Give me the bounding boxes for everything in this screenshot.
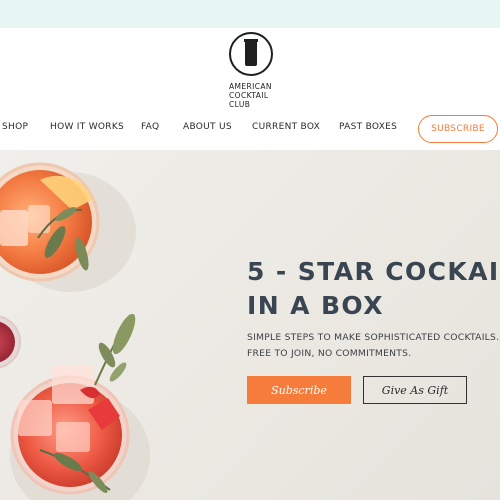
nav-item-shop[interactable]: SHOP — [2, 122, 28, 132]
nav-item-how-it-works[interactable]: HOW IT WORKS — [50, 122, 124, 132]
nav-item-past-boxes[interactable]: PAST BOXES — [339, 122, 397, 132]
nav-item-faq[interactable]: FAQ — [141, 122, 159, 132]
hero-subscribe-button[interactable]: Subscribe — [247, 376, 351, 404]
nav-item-about-us[interactable]: ABOUT US — [183, 122, 232, 132]
nav-subscribe-button[interactable]: SUBSCRIBE — [418, 115, 498, 143]
hero-section: 5 - STAR COCKAIL IN A BOX SIMPLE STEPS T… — [0, 150, 500, 500]
give-as-gift-button[interactable]: Give As Gift — [363, 376, 467, 404]
top-announcement-strip — [0, 0, 500, 28]
logo-icon[interactable] — [229, 32, 273, 76]
cocktail-glass-icon — [244, 39, 258, 66]
hero-title: 5 - STAR COCKAIL IN A BOX — [247, 257, 500, 320]
cocktail-photo — [0, 162, 150, 500]
hero-subtitle: SIMPLE STEPS TO MAKE SOPHISTICATED COCKT… — [247, 332, 500, 359]
nav-item-current-box[interactable]: CURRENT BOX — [252, 122, 320, 132]
logo-text: AMERICAN COCKTAIL CLUB — [229, 82, 272, 109]
